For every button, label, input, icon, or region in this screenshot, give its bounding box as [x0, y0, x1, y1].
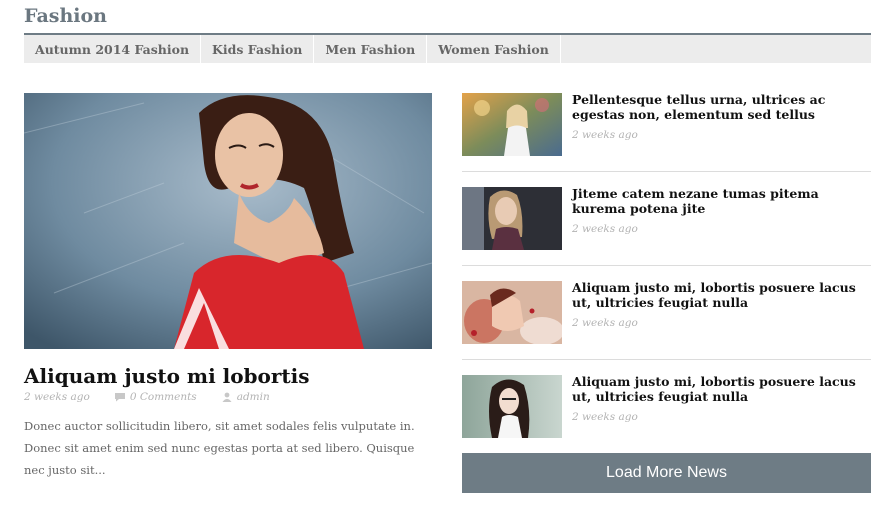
news-title[interactable]: Jiteme catem nezane tumas pitema kurema … — [572, 186, 871, 216]
news-thumbnail[interactable] — [462, 93, 562, 156]
news-photo — [462, 187, 562, 250]
news-date: 2 weeks ago — [572, 129, 638, 141]
news-date: 2 weeks ago — [572, 317, 638, 329]
news-photo — [462, 93, 562, 156]
news-thumbnail[interactable] — [462, 281, 562, 344]
divider — [462, 359, 871, 360]
news-item: Jiteme catem nezane tumas pitema kurema … — [462, 186, 871, 265]
featured-date: 2 weeks ago — [24, 391, 90, 403]
featured-image[interactable] — [24, 93, 432, 349]
news-thumbnail[interactable] — [462, 375, 562, 438]
news-title[interactable]: Aliquam justo mi, lobortis posuere lacus… — [572, 374, 871, 404]
news-item: Aliquam justo mi, lobortis posuere lacus… — [462, 280, 871, 359]
news-item: Aliquam justo mi, lobortis posuere lacus… — [462, 374, 871, 453]
load-more-button[interactable]: Load More News — [462, 453, 871, 493]
featured-excerpt: Donec auctor sollicitudin libero, sit am… — [24, 419, 415, 477]
news-date: 2 weeks ago — [572, 411, 638, 423]
tab-men-fashion[interactable]: Men Fashion — [314, 35, 428, 63]
tab-autumn-2014-fashion[interactable]: Autumn 2014 Fashion — [24, 35, 202, 63]
tab-kids-fashion[interactable]: Kids Fashion — [201, 35, 315, 63]
featured-meta: 2 weeks ago 0 Comments admin — [24, 391, 270, 403]
section-title: Fashion — [24, 5, 107, 27]
news-photo — [462, 281, 562, 344]
category-tabs: Autumn 2014 Fashion Kids Fashion Men Fas… — [24, 33, 871, 63]
news-item: Pellentesque tellus urna, ultrices ac eg… — [462, 92, 871, 171]
featured-photo — [24, 93, 432, 349]
divider — [462, 171, 871, 172]
divider — [462, 265, 871, 266]
featured-title[interactable]: Aliquam justo mi lobortis — [24, 364, 432, 388]
news-title[interactable]: Pellentesque tellus urna, ultrices ac eg… — [572, 92, 871, 122]
user-icon — [222, 392, 232, 402]
news-thumbnail[interactable] — [462, 187, 562, 250]
tab-women-fashion[interactable]: Women Fashion — [427, 35, 561, 63]
featured-comments[interactable]: 0 Comments — [130, 391, 197, 403]
comment-bubble-icon — [114, 393, 125, 402]
news-title[interactable]: Aliquam justo mi, lobortis posuere lacus… — [572, 280, 871, 310]
news-photo — [462, 375, 562, 438]
featured-author[interactable]: admin — [237, 391, 270, 403]
news-date: 2 weeks ago — [572, 223, 638, 235]
